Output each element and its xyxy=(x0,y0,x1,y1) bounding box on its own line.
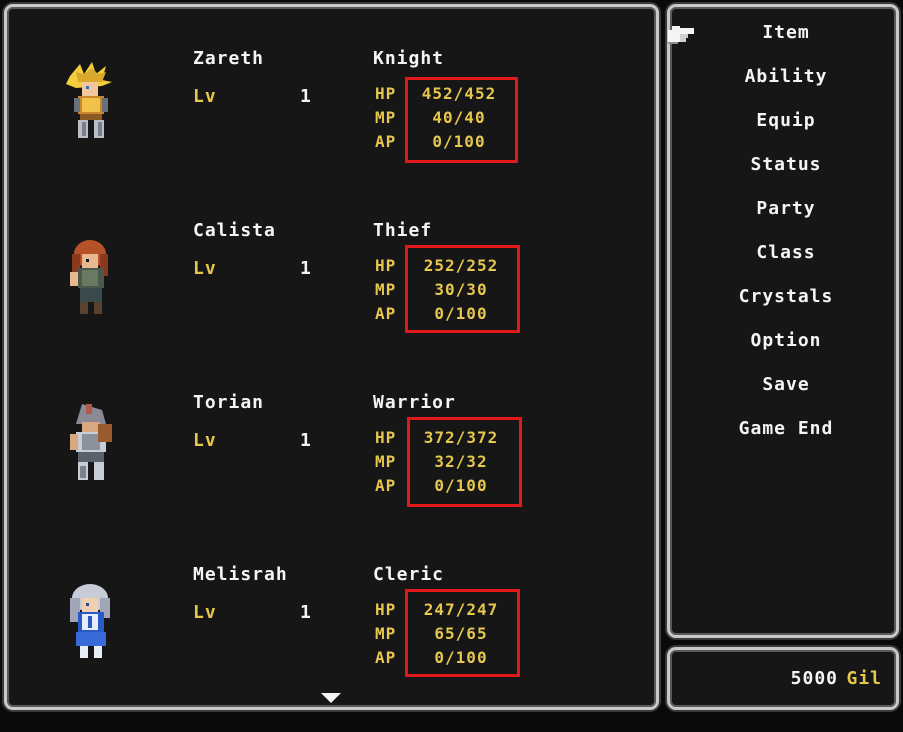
hp-label: HP xyxy=(375,600,397,619)
zareth-sprite xyxy=(66,62,112,138)
level-value: 1 xyxy=(300,430,312,451)
menu-item-equip[interactable]: Equip xyxy=(670,110,902,131)
member-job: Warrior xyxy=(373,392,456,413)
party-member-4[interactable]: Melisrah Lv 1 Cleric HP MP AP 247/247 65… xyxy=(0,562,650,732)
level-value: 1 xyxy=(300,602,312,623)
member-name: Torian xyxy=(193,392,265,413)
calista-sprite xyxy=(70,240,108,314)
torian-sprite xyxy=(70,404,112,480)
pointer-hand-icon xyxy=(668,26,694,44)
member-name: Melisrah xyxy=(193,564,288,585)
ap-label: AP xyxy=(375,648,397,667)
menu-item-item[interactable]: Item xyxy=(670,22,902,43)
melisrah-sprite xyxy=(70,584,110,658)
gil-panel: 5000 Gil xyxy=(667,647,899,710)
menu-item-ability[interactable]: Ability xyxy=(670,66,902,87)
menu-item-game-end[interactable]: Game End xyxy=(670,418,902,439)
menu-item-status[interactable]: Status xyxy=(670,154,902,175)
gil-unit-label: Gil xyxy=(846,668,882,689)
party-member-2[interactable]: Calista Lv 1 Thief HP MP AP 252/252 30/3… xyxy=(0,218,650,388)
level-label: Lv xyxy=(193,258,217,279)
level-label: Lv xyxy=(193,86,217,107)
gil-amount: 5000 xyxy=(790,668,838,689)
member-job: Cleric xyxy=(373,564,445,585)
menu-item-class[interactable]: Class xyxy=(670,242,902,263)
level-label: Lv xyxy=(193,602,217,623)
hp-label: HP xyxy=(375,428,397,447)
mp-label: MP xyxy=(375,452,397,471)
level-label: Lv xyxy=(193,430,217,451)
menu-item-option[interactable]: Option xyxy=(670,330,902,351)
ap-label: AP xyxy=(375,132,397,151)
stat-highlight-box xyxy=(405,589,520,677)
stat-highlight-box xyxy=(405,77,518,163)
party-member-1[interactable]: Zareth Lv 1 Knight HP MP AP 452/452 40/4… xyxy=(0,46,650,216)
member-name: Zareth xyxy=(193,48,265,69)
command-menu-panel: Item Ability Equip Status Party Class Cr… xyxy=(667,4,899,638)
mp-label: MP xyxy=(375,624,397,643)
member-job: Knight xyxy=(373,48,445,69)
mp-label: MP xyxy=(375,108,397,127)
level-value: 1 xyxy=(300,258,312,279)
ap-label: AP xyxy=(375,476,397,495)
stat-highlight-box xyxy=(405,245,520,333)
stat-highlight-box xyxy=(407,417,522,507)
member-job: Thief xyxy=(373,220,433,241)
scroll-down-arrow-icon[interactable] xyxy=(321,693,341,705)
party-member-3[interactable]: Torian Lv 1 Warrior HP MP AP 372/372 32/… xyxy=(0,390,650,560)
hp-label: HP xyxy=(375,84,397,103)
menu-item-save[interactable]: Save xyxy=(670,374,902,395)
menu-item-crystals[interactable]: Crystals xyxy=(670,286,902,307)
menu-item-party[interactable]: Party xyxy=(670,198,902,219)
mp-label: MP xyxy=(375,280,397,299)
member-name: Calista xyxy=(193,220,276,241)
hp-label: HP xyxy=(375,256,397,275)
ap-label: AP xyxy=(375,304,397,323)
level-value: 1 xyxy=(300,86,312,107)
